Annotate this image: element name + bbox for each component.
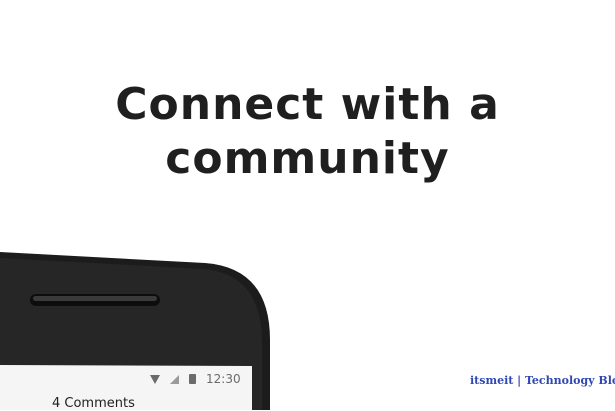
status-bar: 12:30 (150, 370, 250, 388)
comments-count[interactable]: 4 Comments (52, 396, 135, 411)
headline: Connect with a community (0, 78, 615, 186)
headline-line-2: community (165, 133, 450, 184)
watermark: itsmeit | Technology Blogs (470, 374, 615, 387)
status-time: 12:30 (206, 372, 241, 386)
wifi-icon (150, 374, 160, 384)
battery-icon (189, 374, 196, 384)
signal-icon (170, 374, 179, 384)
headline-line-1: Connect with a (115, 79, 500, 130)
